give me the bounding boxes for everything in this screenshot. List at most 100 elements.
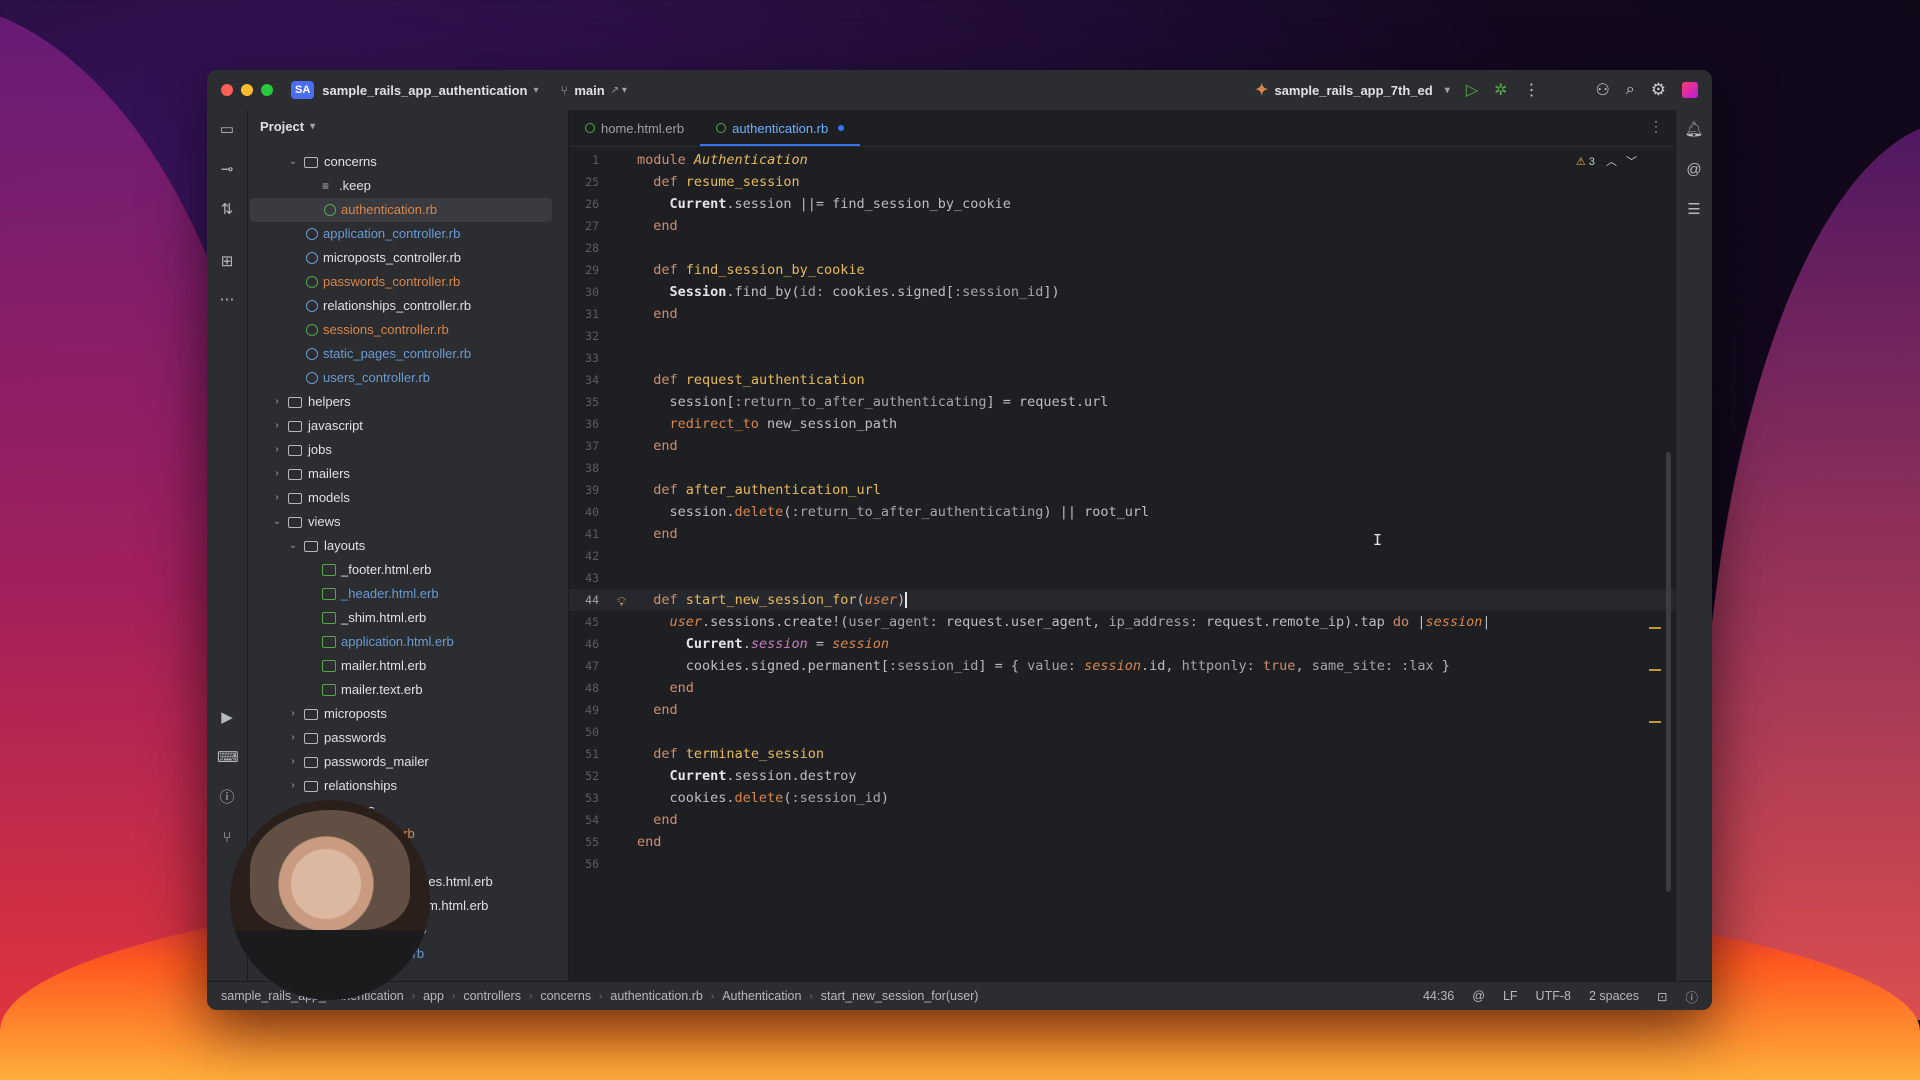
code-line[interactable]: 27 end xyxy=(569,215,1675,237)
code-line[interactable]: 32 xyxy=(569,325,1675,347)
ai-status-icon[interactable]: @ xyxy=(1472,989,1485,1003)
chevron-right-icon[interactable]: › xyxy=(270,486,284,510)
tree-folder[interactable]: ⌄ views xyxy=(248,510,568,534)
run-configuration-selector[interactable]: ✦ sample_rails_app_7th_ed ▾ xyxy=(1255,80,1450,100)
project-switcher[interactable]: sample_rails_app_authentication xyxy=(322,83,527,98)
more-vertical-icon[interactable]: ⋮ xyxy=(1649,118,1663,135)
chevron-down-icon[interactable]: ⌄ xyxy=(286,534,300,558)
code-line[interactable]: 29 def find_session_by_cookie xyxy=(569,259,1675,281)
line-number[interactable]: 28 xyxy=(569,237,599,259)
tree-folder[interactable]: › relationships xyxy=(248,774,568,798)
code-line[interactable]: 47 cookies.signed.permanent[:session_id]… xyxy=(569,655,1675,677)
chevron-right-icon[interactable]: › xyxy=(270,390,284,414)
database-icon[interactable]: ☰ xyxy=(1684,200,1704,220)
chevron-right-icon[interactable]: › xyxy=(286,702,300,726)
line-ending[interactable]: LF xyxy=(1503,989,1518,1003)
tree-file[interactable]: application_controller.rb xyxy=(248,222,568,246)
line-number[interactable]: 26 xyxy=(569,193,599,215)
chevron-down-icon[interactable]: ⌄ xyxy=(286,150,300,174)
warning-marker[interactable] xyxy=(1649,627,1661,629)
code-line[interactable]: 55 end xyxy=(569,831,1675,853)
code-line[interactable]: 25 def resume_session xyxy=(569,171,1675,193)
tree-folder[interactable]: › jobs xyxy=(248,438,568,462)
debug-icon[interactable]: ✲ xyxy=(1494,80,1507,100)
code-line[interactable]: 34 def request_authentication xyxy=(569,369,1675,391)
line-number[interactable]: 1 xyxy=(569,149,599,171)
chevron-down-icon[interactable]: ⌄ xyxy=(270,510,284,534)
gear-icon[interactable]: ⚙ xyxy=(1651,80,1666,100)
line-number[interactable]: 52 xyxy=(569,765,599,787)
tab-home-html-erb[interactable]: home.html.erb xyxy=(569,110,700,146)
line-number[interactable]: 43 xyxy=(569,567,599,589)
line-number[interactable]: 49 xyxy=(569,699,599,721)
line-number[interactable]: 41 xyxy=(569,523,599,545)
pull-request-icon[interactable]: ⇅ xyxy=(217,200,237,220)
code-line[interactable]: 42 xyxy=(569,545,1675,567)
line-number[interactable]: 50 xyxy=(569,721,599,743)
terminal-icon[interactable]: ⌨ xyxy=(217,748,239,768)
tab-authentication-rb[interactable]: authentication.rb xyxy=(700,110,861,146)
chevron-down-icon[interactable]: ▾ xyxy=(533,85,538,96)
line-number[interactable]: 46 xyxy=(569,633,599,655)
git-icon[interactable]: ⑂ xyxy=(217,828,237,848)
tree-folder[interactable]: › mailers xyxy=(248,462,568,486)
line-number[interactable]: 35 xyxy=(569,391,599,413)
tree-folder[interactable]: › passwords xyxy=(248,726,568,750)
jetbrains-ai-icon[interactable] xyxy=(1682,82,1698,98)
structure-icon[interactable]: ⊞ xyxy=(217,252,237,272)
tree-file[interactable]: static_pages_controller.rb xyxy=(248,342,568,366)
code-line[interactable]: 56 xyxy=(569,853,1675,875)
services-icon[interactable]: ▶ xyxy=(217,708,237,728)
tree-file[interactable]: passwords_controller.rb xyxy=(248,270,568,294)
code-line[interactable]: 41 end xyxy=(569,523,1675,545)
chevron-right-icon[interactable]: › xyxy=(270,462,284,486)
line-number[interactable]: 38 xyxy=(569,457,599,479)
line-number[interactable]: 39 xyxy=(569,479,599,501)
tree-file[interactable]: microposts_controller.rb xyxy=(248,246,568,270)
tree-file[interactable]: mailer.text.erb xyxy=(248,678,568,702)
line-number[interactable]: 44 xyxy=(569,589,599,611)
code-line[interactable]: 46 Current.session = session xyxy=(569,633,1675,655)
line-number[interactable]: 27 xyxy=(569,215,599,237)
tree-folder[interactable]: ⌄ layouts xyxy=(248,534,568,558)
line-number[interactable]: 56 xyxy=(569,853,599,875)
code-line[interactable]: 53 cookies.delete(:session_id) xyxy=(569,787,1675,809)
line-number[interactable]: 33 xyxy=(569,347,599,369)
code-line[interactable]: 39 def after_authentication_url xyxy=(569,479,1675,501)
breadcrumb-item[interactable]: start_new_session_for(user) xyxy=(821,989,979,1003)
line-number[interactable]: 25 xyxy=(569,171,599,193)
zoom-window-button[interactable] xyxy=(261,84,273,96)
breadcrumb-item[interactable]: concerns xyxy=(540,989,591,1003)
chevron-right-icon[interactable]: › xyxy=(286,750,300,774)
project-panel-header[interactable]: Project ▾ xyxy=(248,110,568,142)
line-number[interactable]: 45 xyxy=(569,611,599,633)
code-line[interactable]: 40 session.delete(:return_to_after_authe… xyxy=(569,501,1675,523)
breadcrumb-item[interactable]: authentication.rb xyxy=(610,989,702,1003)
branch-switcher[interactable]: main xyxy=(574,83,604,98)
close-window-button[interactable] xyxy=(221,84,233,96)
tree-file[interactable]: users_controller.rb xyxy=(248,366,568,390)
notifications-icon[interactable]: 🔔︎ xyxy=(1684,120,1704,140)
code-line[interactable]: 36 redirect_to new_session_path xyxy=(569,413,1675,435)
code-area[interactable]: ⚠ 3 ︿ ﹀ 1 module Authentication 25 def res… xyxy=(569,147,1675,982)
line-number[interactable]: 42 xyxy=(569,545,599,567)
tree-file[interactable]: ≡ .keep xyxy=(248,174,568,198)
warning-marker[interactable] xyxy=(1649,669,1661,671)
file-encoding[interactable]: UTF-8 xyxy=(1536,989,1571,1003)
line-number[interactable]: 36 xyxy=(569,413,599,435)
tree-folder[interactable]: › javascript xyxy=(248,414,568,438)
code-line[interactable]: 26 Current.session ||= find_session_by_c… xyxy=(569,193,1675,215)
code-line[interactable]: 54 end xyxy=(569,809,1675,831)
tree-file[interactable]: authentication.rb xyxy=(250,198,552,222)
tree-file[interactable]: mailer.html.erb xyxy=(248,654,568,678)
problems-icon[interactable]: ⓘ xyxy=(1685,987,1698,1006)
code-line[interactable]: 49 end xyxy=(569,699,1675,721)
tree-file[interactable]: _footer.html.erb xyxy=(248,558,568,582)
indent-setting[interactable]: 2 spaces xyxy=(1589,989,1639,1003)
tree-folder[interactable]: › models xyxy=(248,486,568,510)
line-number[interactable]: 47 xyxy=(569,655,599,677)
breadcrumb-item[interactable]: Authentication xyxy=(722,989,801,1003)
lock-icon[interactable]: ⊡ xyxy=(1657,989,1667,1004)
folder-icon[interactable]: ▭ xyxy=(217,120,237,140)
add-user-icon[interactable]: ⚇ xyxy=(1595,80,1609,100)
